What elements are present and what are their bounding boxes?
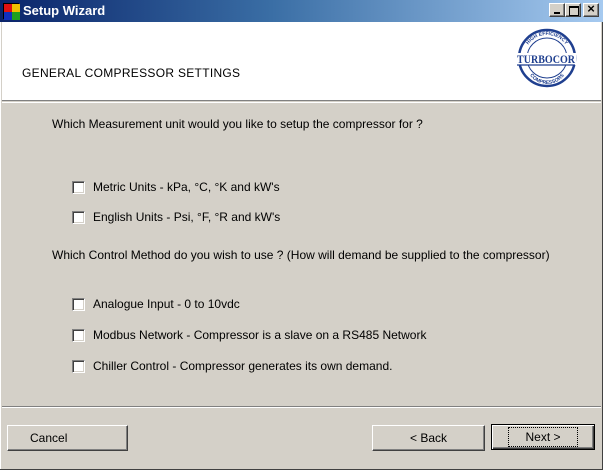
- logo-wordmark: TURBOCOR: [517, 52, 575, 66]
- page-title: GENERAL COMPRESSOR SETTINGS: [22, 66, 241, 80]
- cancel-button[interactable]: Cancel: [7, 425, 128, 451]
- metric-units-option[interactable]: Metric Units - kPa, °C, °K and kW's: [72, 180, 280, 194]
- english-units-label[interactable]: English Units - Psi, °F, °R and kW's: [93, 210, 280, 224]
- minimize-button[interactable]: [549, 3, 565, 17]
- english-units-checkbox[interactable]: [72, 210, 85, 224]
- chiller-control-checkbox[interactable]: [72, 359, 85, 373]
- analogue-input-label[interactable]: Analogue Input - 0 to 10vdc: [93, 297, 240, 311]
- footer-divider: [2, 406, 601, 408]
- maximize-button[interactable]: [565, 3, 581, 17]
- title-bar[interactable]: Setup Wizard ×: [0, 0, 603, 22]
- control-method-question: Which Control Method do you wish to use …: [52, 248, 550, 262]
- cancel-button-label: Cancel: [30, 431, 68, 445]
- modbus-network-checkbox[interactable]: [72, 328, 85, 342]
- close-icon: ×: [587, 1, 595, 16]
- window-title: Setup Wizard: [23, 3, 106, 18]
- turbocor-logo: HIGH EFFICIENCY COMPRESSORS TURBOCOR: [516, 28, 577, 88]
- header-divider: [2, 102, 601, 103]
- metric-units-label[interactable]: Metric Units - kPa, °C, °K and kW's: [93, 180, 280, 194]
- modbus-network-label[interactable]: Modbus Network - Compressor is a slave o…: [93, 328, 426, 342]
- close-button[interactable]: ×: [583, 1, 599, 17]
- analogue-input-checkbox[interactable]: [72, 297, 85, 311]
- chiller-control-label[interactable]: Chiller Control - Compressor generates i…: [93, 359, 392, 373]
- wizard-header: GENERAL COMPRESSOR SETTINGS HIGH EFFICIE…: [2, 22, 601, 101]
- app-icon: [3, 3, 20, 20]
- back-button[interactable]: < Back: [372, 425, 485, 451]
- analogue-input-option[interactable]: Analogue Input - 0 to 10vdc: [72, 297, 240, 311]
- next-button-label: Next >: [508, 427, 578, 447]
- modbus-network-option[interactable]: Modbus Network - Compressor is a slave o…: [72, 328, 426, 342]
- next-button[interactable]: Next >: [491, 424, 595, 450]
- metric-units-checkbox[interactable]: [72, 180, 85, 194]
- english-units-option[interactable]: English Units - Psi, °F, °R and kW's: [72, 210, 280, 224]
- measurement-question: Which Measurement unit would you like to…: [52, 117, 423, 131]
- back-button-label: < Back: [409, 431, 448, 445]
- chiller-control-option[interactable]: Chiller Control - Compressor generates i…: [72, 359, 392, 373]
